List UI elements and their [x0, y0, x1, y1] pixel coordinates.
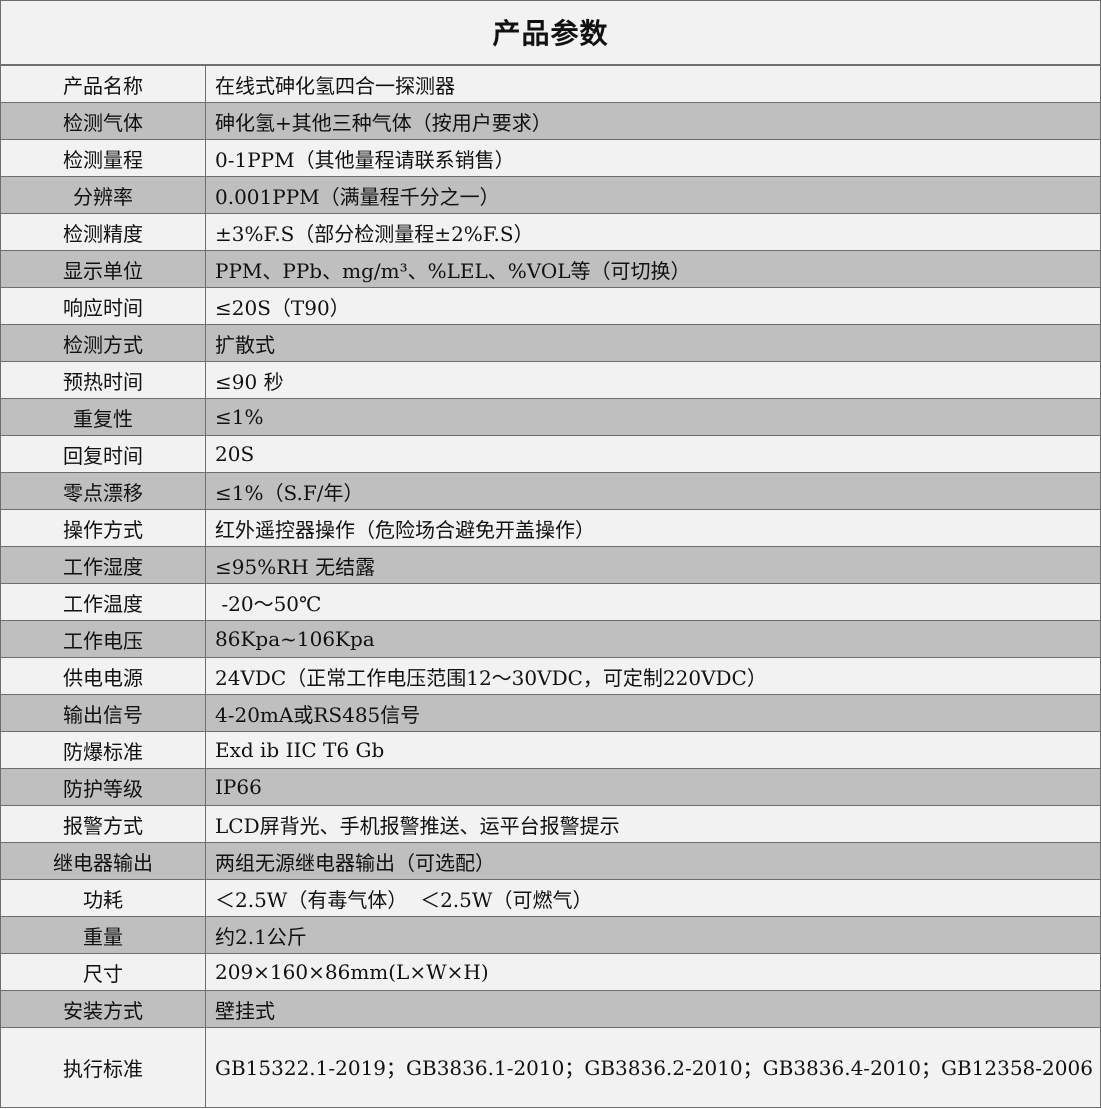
param-label: 响应时间 — [0, 287, 206, 325]
param-label: 继电器输出 — [0, 842, 206, 880]
table-row: 检测方式 扩散式 — [0, 324, 1101, 362]
table-row: 防护等级 IP66 — [0, 768, 1101, 806]
param-value: ≤95%RH 无结露 — [205, 546, 1101, 584]
table-row: 重复性 ≤1% — [0, 398, 1101, 436]
param-label: 重复性 — [0, 398, 206, 436]
table-row: 工作湿度 ≤95%RH 无结露 — [0, 546, 1101, 584]
table-row: 分辨率 0.001PPM（满量程千分之一） — [0, 176, 1101, 214]
table-row: 工作温度 -20～50℃ — [0, 583, 1101, 621]
table-row: 零点漂移 ≤1%（S.F/年） — [0, 472, 1101, 510]
param-label: 产品名称 — [0, 65, 206, 103]
param-label: 执行标准 — [0, 1027, 206, 1108]
param-value: 砷化氢+其他三种气体（按用户要求） — [205, 102, 1101, 140]
table-row: 供电电源 24VDC（正常工作电压范围12～30VDC，可定制220VDC） — [0, 657, 1101, 695]
table-row: 操作方式 红外遥控器操作（危险场合避免开盖操作） — [0, 509, 1101, 547]
table-row: 工作电压 86Kpa~106Kpa — [0, 620, 1101, 658]
param-label: 尺寸 — [0, 953, 206, 991]
table-row: 检测精度 ±3%F.S（部分检测量程±2%F.S） — [0, 213, 1101, 251]
param-label: 检测气体 — [0, 102, 206, 140]
param-value: 两组无源继电器输出（可选配） — [205, 842, 1101, 880]
param-value: 24VDC（正常工作电压范围12～30VDC，可定制220VDC） — [205, 657, 1101, 695]
param-label: 零点漂移 — [0, 472, 206, 510]
param-value: 0.001PPM（满量程千分之一） — [205, 176, 1101, 214]
param-value: ≤1% — [205, 398, 1101, 436]
param-label: 输出信号 — [0, 694, 206, 732]
table-row: 响应时间 ≤20S（T90） — [0, 287, 1101, 325]
param-label: 操作方式 — [0, 509, 206, 547]
param-value: -20～50℃ — [205, 583, 1101, 621]
table-row: 检测量程 0-1PPM（其他量程请联系销售） — [0, 139, 1101, 177]
param-value: 4-20mA或RS485信号 — [205, 694, 1101, 732]
param-value: ＜2.5W（有毒气体） ＜2.5W（可燃气） — [205, 879, 1101, 917]
param-label: 回复时间 — [0, 435, 206, 473]
table-row: 预热时间 ≤90 秒 — [0, 361, 1101, 399]
table-row: 回复时间 20S — [0, 435, 1101, 473]
table-row: 报警方式 LCD屏背光、手机报警推送、运平台报警提示 — [0, 805, 1101, 843]
table-row: 输出信号 4-20mA或RS485信号 — [0, 694, 1101, 732]
param-value: 209×160×86mm(L×W×H) — [205, 953, 1101, 991]
table-row: 显示单位 PPM、PPb、mg/m³、%LEL、%VOL等（可切换） — [0, 250, 1101, 288]
param-label: 工作湿度 — [0, 546, 206, 584]
param-value: 约2.1公斤 — [205, 916, 1101, 954]
table-row: 安装方式 壁挂式 — [0, 990, 1101, 1028]
param-value: ≤1%（S.F/年） — [205, 472, 1101, 510]
param-value: ±3%F.S（部分检测量程±2%F.S） — [205, 213, 1101, 251]
table-row: 尺寸 209×160×86mm(L×W×H) — [0, 953, 1101, 991]
param-label: 检测方式 — [0, 324, 206, 362]
param-label: 检测量程 — [0, 139, 206, 177]
param-label: 预热时间 — [0, 361, 206, 399]
param-value: 86Kpa~106Kpa — [205, 620, 1101, 658]
param-label: 显示单位 — [0, 250, 206, 288]
parameter-sheet: 产品参数 产品名称 在线式砷化氢四合一探测器 检测气体 砷化氢+其他三种气体（按用户… — [0, 0, 1101, 1109]
param-value: GB15322.1-2019；GB3836.1-2010；GB3836.2-20… — [205, 1027, 1101, 1108]
table-row: 防爆标准 Exd ib IIC T6 Gb — [0, 731, 1101, 769]
param-value: Exd ib IIC T6 Gb — [205, 731, 1101, 769]
table-title: 产品参数 — [0, 0, 1101, 65]
param-value: 0-1PPM（其他量程请联系销售） — [205, 139, 1101, 177]
param-value: 壁挂式 — [205, 990, 1101, 1028]
param-label: 重量 — [0, 916, 206, 954]
param-value: ≤20S（T90） — [205, 287, 1101, 325]
param-label: 供电电源 — [0, 657, 206, 695]
param-label: 工作温度 — [0, 583, 206, 621]
table-row: 重量 约2.1公斤 — [0, 916, 1101, 954]
table-row: 产品名称 在线式砷化氢四合一探测器 — [0, 65, 1101, 103]
param-value: 扩散式 — [205, 324, 1101, 362]
param-value: ≤90 秒 — [205, 361, 1101, 399]
param-label: 防爆标准 — [0, 731, 206, 769]
table-row: 检测气体 砷化氢+其他三种气体（按用户要求） — [0, 102, 1101, 140]
param-label: 报警方式 — [0, 805, 206, 843]
param-label: 安装方式 — [0, 990, 206, 1028]
param-label: 分辨率 — [0, 176, 206, 214]
parameter-table: 产品名称 在线式砷化氢四合一探测器 检测气体 砷化氢+其他三种气体（按用户要求） 检… — [0, 65, 1101, 1108]
table-row: 继电器输出 两组无源继电器输出（可选配） — [0, 842, 1101, 880]
param-label: 工作电压 — [0, 620, 206, 658]
param-value: LCD屏背光、手机报警推送、运平台报警提示 — [205, 805, 1101, 843]
table-row: 功耗 ＜2.5W（有毒气体） ＜2.5W（可燃气） — [0, 879, 1101, 917]
table-row: 执行标准 GB15322.1-2019；GB3836.1-2010；GB3836.… — [0, 1027, 1101, 1108]
param-value: IP66 — [205, 768, 1101, 806]
param-value: PPM、PPb、mg/m³、%LEL、%VOL等（可切换） — [205, 250, 1101, 288]
param-value: 红外遥控器操作（危险场合避免开盖操作） — [205, 509, 1101, 547]
param-label: 检测精度 — [0, 213, 206, 251]
param-label: 功耗 — [0, 879, 206, 917]
param-value: 在线式砷化氢四合一探测器 — [205, 65, 1101, 103]
param-value: 20S — [205, 435, 1101, 473]
param-label: 防护等级 — [0, 768, 206, 806]
